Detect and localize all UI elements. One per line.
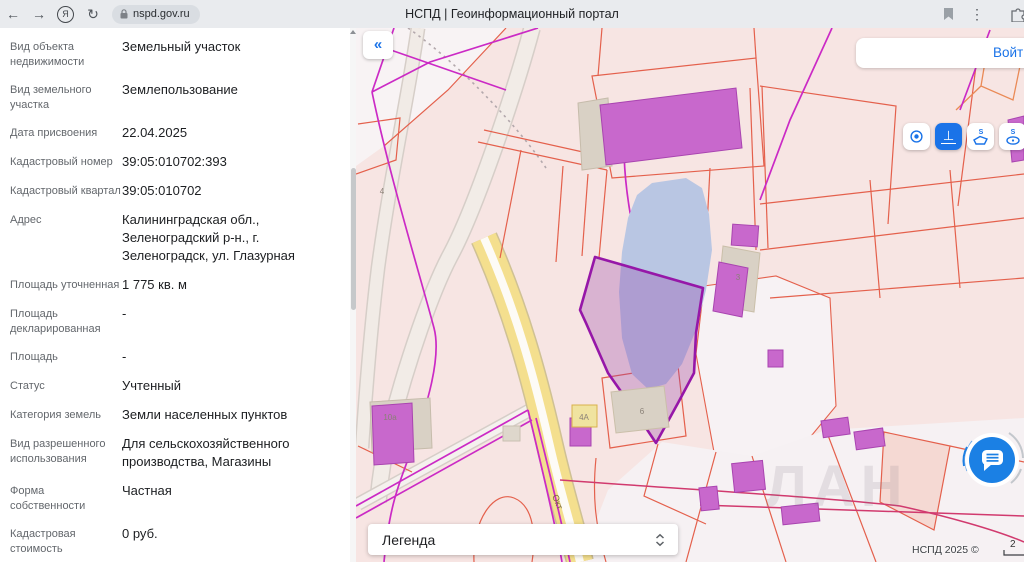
- info-row: СтатусУчтенный: [10, 377, 350, 395]
- row-value: -: [122, 305, 327, 337]
- object-info-panel: Вид объекта недвижимостиЗемельный участо…: [0, 28, 350, 562]
- row-label: Форма собственности: [10, 482, 122, 514]
- row-label: Адрес: [10, 211, 122, 265]
- login-toolbar: Войти: [856, 38, 1024, 68]
- address-bar[interactable]: nspd.gov.ru: [112, 5, 200, 24]
- back-icon[interactable]: ←: [0, 0, 26, 28]
- extension-icon[interactable]: [1010, 6, 1024, 22]
- row-label: Дата присвоения: [10, 124, 122, 142]
- area-ellipse-tool-button[interactable]: S: [999, 123, 1024, 150]
- svg-text:S: S: [1010, 129, 1015, 136]
- legend-label: Легенда: [382, 532, 655, 548]
- parcel-label: 10а: [383, 413, 397, 422]
- row-label: Категория земель: [10, 406, 122, 424]
- info-row: Дата присвоения22.04.2025: [10, 124, 350, 142]
- parcel-label: 3: [736, 273, 741, 282]
- scale-value: 2: [1010, 539, 1016, 550]
- url-text: nspd.gov.ru: [133, 8, 190, 20]
- legend-dropdown[interactable]: Легенда: [368, 524, 678, 555]
- svg-text:S: S: [978, 129, 983, 136]
- area-ellipse-icon: S: [1003, 127, 1023, 147]
- info-row: Площадь-: [10, 348, 350, 366]
- area-polygon-icon: S: [971, 127, 991, 147]
- row-label: Площадь декларированная: [10, 305, 122, 337]
- parcel-label: 4: [380, 187, 385, 196]
- row-value: 1 775 кв. м: [122, 276, 327, 294]
- row-label: Кадастровый номер: [10, 153, 122, 171]
- cadastral-map-drawing: ЛАН 4 3 6 10а 4А Окт: [356, 28, 1024, 562]
- lock-icon: [120, 9, 128, 19]
- watermark: ЛАН: [766, 454, 908, 519]
- row-value: Земли населенных пунктов: [122, 406, 327, 424]
- info-row: Вид объекта недвижимостиЗемельный участо…: [10, 38, 350, 70]
- row-value: Калининградская обл., Зеленоградский р-н…: [122, 211, 327, 265]
- row-value: 39:05:010702:393: [122, 153, 327, 171]
- row-label: Площадь: [10, 348, 122, 366]
- bookmark-icon[interactable]: [943, 7, 954, 21]
- browser-toolbar: ← → Я ↻ nspd.gov.ru НСПД | Геоинформацио…: [0, 0, 1024, 29]
- info-row: Площадь уточненная1 775 кв. м: [10, 276, 350, 294]
- row-value: -: [122, 348, 327, 366]
- info-row: АдресКалининградская обл., Зеленоградски…: [10, 211, 350, 265]
- row-label: Вид разрешенного использования: [10, 435, 122, 471]
- parcel-label: 6: [640, 407, 645, 416]
- info-row: Площадь декларированная-: [10, 305, 350, 337]
- map-canvas[interactable]: ЛАН 4 3 6 10а 4А Окт « Войти ⊥ S: [356, 28, 1024, 562]
- area-polygon-tool-button[interactable]: S: [967, 123, 994, 150]
- row-label: Вид земельного участка: [10, 81, 122, 113]
- point-tool-button[interactable]: [903, 123, 930, 150]
- perpendicular-icon: ⊥: [941, 130, 956, 144]
- row-value: Земельный участок: [122, 38, 327, 70]
- refresh-icon[interactable]: ↻: [80, 0, 106, 28]
- row-label: Кадастровая стоимость: [10, 525, 122, 557]
- menu-kebab-icon[interactable]: ⋮: [970, 6, 984, 23]
- info-row: Категория земельЗемли населенных пунктов: [10, 406, 350, 424]
- info-row: Форма собственностиЧастная: [10, 482, 350, 514]
- info-row: Кадастровый номер39:05:010702:393: [10, 153, 350, 171]
- row-value: 22.04.2025: [122, 124, 327, 142]
- browser-logo-icon[interactable]: Я: [57, 6, 74, 23]
- collapse-panel-button[interactable]: «: [363, 31, 393, 59]
- map-tools: ⊥ S S: [903, 123, 1024, 150]
- info-row: Вид земельного участкаЗемлепользование: [10, 81, 350, 113]
- info-row: Кадастровая стоимость0 руб.: [10, 525, 350, 557]
- expand-collapse-icon[interactable]: [655, 533, 665, 547]
- row-value: Землепользование: [122, 81, 327, 113]
- login-button[interactable]: Войти: [993, 45, 1024, 60]
- map-copyright: НСПД 2025 ©: [912, 544, 979, 556]
- row-value: Учтенный: [122, 377, 327, 395]
- row-value: Для сельскохозяйственного производства, …: [122, 435, 327, 471]
- perpendicular-tool-button[interactable]: ⊥: [935, 123, 962, 150]
- info-row: Вид разрешенного использованияДля сельск…: [10, 435, 350, 471]
- row-label: Вид объекта недвижимости: [10, 38, 122, 70]
- row-label: Кадастровый квартал: [10, 182, 122, 200]
- info-row: Кадастровый квартал39:05:010702: [10, 182, 350, 200]
- parcel-label: 4А: [579, 413, 589, 422]
- row-value: 0 руб.: [122, 525, 327, 557]
- forward-icon[interactable]: →: [26, 0, 52, 28]
- row-value: Частная: [122, 482, 327, 514]
- chat-button[interactable]: [957, 425, 1024, 495]
- row-label: Площадь уточненная: [10, 276, 122, 294]
- point-icon: [909, 129, 924, 144]
- row-value: 39:05:010702: [122, 182, 327, 200]
- scrollbar-thumb[interactable]: [351, 168, 356, 310]
- scale-bar: 2: [1002, 539, 1024, 562]
- row-label: Статус: [10, 377, 122, 395]
